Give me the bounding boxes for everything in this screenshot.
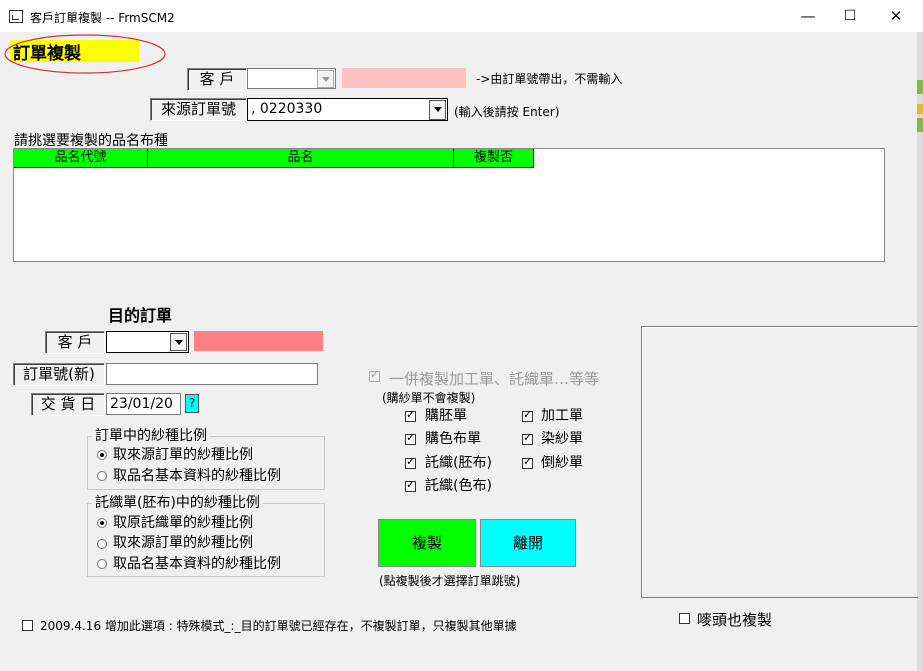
- source-customer-hint: ->由訂單號帶出，不需輸入: [476, 72, 623, 86]
- source-order-hint: (輸入後請按 Enter): [454, 105, 560, 119]
- button-note: (點複製後才選擇訂單跳號): [379, 574, 521, 588]
- option-checkbox[interactable]: [405, 431, 416, 445]
- edge-marker: [917, 118, 923, 132]
- option-label[interactable]: 託織(色布): [425, 478, 492, 494]
- source-customer-label: 客 戶: [187, 68, 247, 91]
- yarn-ratio-option-label[interactable]: 取來源訂單的紗種比例: [113, 447, 253, 463]
- chevron-down-icon[interactable]: [170, 333, 187, 351]
- minimize-button[interactable]: —: [785, 0, 831, 32]
- edge-marker: [917, 80, 923, 94]
- yarn-ratio-radio-product[interactable]: [97, 471, 107, 481]
- grid-header-copy[interactable]: 複製否: [454, 149, 534, 168]
- title-bar: 客戶訂單複製 -- FrmSCM2 — ☐ ✕: [0, 0, 923, 32]
- window-title: 客戶訂單複製 -- FrmSCM2: [30, 11, 175, 25]
- copy-all-checkbox[interactable]: [369, 368, 380, 382]
- close-button[interactable]: ✕: [873, 0, 919, 32]
- preview-panel: [641, 326, 918, 598]
- special-mode-checkbox[interactable]: [22, 620, 33, 631]
- yarn-ratio-option-label[interactable]: 取品名基本資料的紗種比例: [113, 468, 281, 484]
- target-order-label: 訂單號(新): [13, 363, 105, 386]
- yarn-ratio-group-title: 訂單中的紗種比例: [92, 428, 210, 444]
- target-order-input[interactable]: [106, 363, 318, 385]
- copy-all-label: 一併複製加工單、託織單…等等: [389, 370, 600, 388]
- target-customer-label: 客 戶: [45, 331, 105, 354]
- delivery-date-input[interactable]: 23/01/20: [106, 393, 181, 415]
- weaving-radio-source[interactable]: [97, 539, 107, 549]
- option-label[interactable]: 購胚單: [425, 408, 467, 424]
- source-order-label: 來源訂單號: [150, 98, 247, 121]
- yarn-ratio-radio-source[interactable]: [97, 450, 107, 460]
- source-order-combo[interactable]: , 0220330: [247, 98, 448, 121]
- delivery-date-label: 交 貨 日: [31, 393, 105, 416]
- option-checkbox[interactable]: [522, 431, 533, 445]
- leave-button[interactable]: 離開: [480, 519, 576, 567]
- app-icon: [9, 10, 23, 23]
- weaving-option-label[interactable]: 取來源訂單的紗種比例: [113, 535, 253, 551]
- option-label[interactable]: 染紗單: [541, 431, 583, 447]
- chevron-down-icon: [317, 70, 334, 88]
- head-copy-label[interactable]: 嘜頭也複製: [697, 609, 772, 630]
- grid-header-code[interactable]: 品名代號: [14, 149, 148, 168]
- option-label[interactable]: 加工單: [541, 408, 583, 424]
- weaving-radio-original[interactable]: [97, 518, 107, 528]
- grid-caption: 請挑選要複製的品名布種: [14, 133, 168, 149]
- maximize-button[interactable]: ☐: [827, 0, 873, 32]
- special-mode-label[interactable]: 2009.4.16 增加此選項 : 特殊模式_:_目的訂單號已經存在，不複製訂單…: [40, 617, 517, 634]
- weaving-option-label[interactable]: 取原託織單的紗種比例: [113, 515, 253, 531]
- option-checkbox[interactable]: [405, 455, 416, 469]
- copy-button[interactable]: 複製: [378, 519, 476, 567]
- target-heading: 目的訂單: [108, 306, 173, 325]
- target-customer-name: [194, 331, 323, 351]
- date-help-button[interactable]: ?: [185, 394, 199, 413]
- copy-note: (購紗單不會複製): [382, 391, 476, 405]
- option-label[interactable]: 託織(胚布): [425, 455, 492, 471]
- option-checkbox[interactable]: [405, 478, 416, 492]
- product-grid[interactable]: 品名代號 品名 複製否: [13, 148, 885, 262]
- grid-header-name[interactable]: 品名: [148, 149, 454, 168]
- source-customer-name: [342, 68, 466, 88]
- option-label[interactable]: 購色布單: [425, 431, 481, 447]
- option-label[interactable]: 倒紗單: [541, 455, 583, 471]
- source-customer-combo: [247, 68, 336, 89]
- target-customer-combo[interactable]: [106, 331, 189, 353]
- source-order-value: , 0220330: [251, 101, 323, 117]
- weaving-option-label[interactable]: 取品名基本資料的紗種比例: [113, 556, 281, 572]
- annotation-ellipse: [4, 34, 166, 74]
- edge-marker: [917, 104, 923, 114]
- option-checkbox[interactable]: [405, 408, 416, 422]
- head-copy-checkbox[interactable]: [679, 613, 690, 624]
- option-checkbox[interactable]: [522, 408, 533, 422]
- option-checkbox[interactable]: [522, 455, 533, 469]
- weaving-ratio-group-title: 託織單(胚布)中的紗種比例: [92, 495, 263, 511]
- weaving-radio-product[interactable]: [97, 559, 107, 569]
- chevron-down-icon[interactable]: [429, 100, 446, 120]
